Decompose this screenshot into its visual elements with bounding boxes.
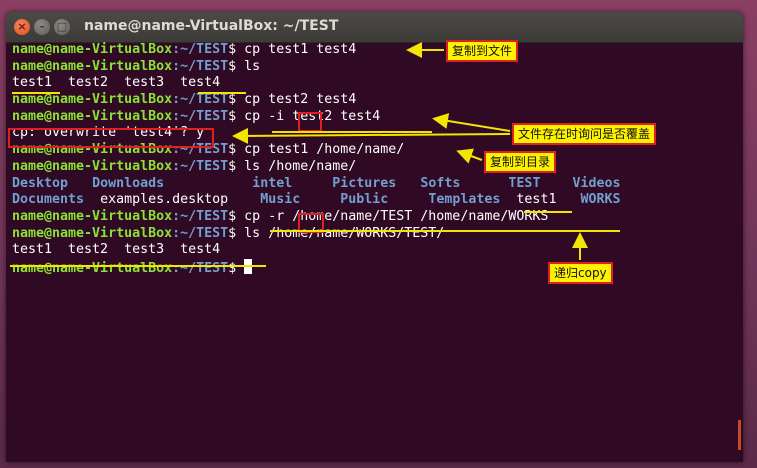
prompt-dollar: $ <box>228 225 245 241</box>
command-text: ls /home/name/ <box>244 158 357 174</box>
underline-test1 <box>12 92 60 94</box>
listing-entry: Pictures <box>332 175 397 191</box>
listing-entry: Videos <box>572 175 621 191</box>
listing-entry: TEST <box>508 175 541 191</box>
prompt-cwd: :~/TEST <box>172 92 229 108</box>
prompt-cwd: :~/TEST <box>172 108 229 124</box>
terminal-window: × – □ name@name-VirtualBox: ~/TEST name@… <box>6 12 743 462</box>
note-recursive-copy: 递归copy <box>548 262 613 284</box>
prompt-user-host: name@name-VirtualBox <box>12 108 173 124</box>
note-copy-to-dir: 复制到目录 <box>484 151 557 173</box>
underline-copied-files <box>10 265 266 267</box>
prompt-user-host: name@name-VirtualBox <box>12 92 173 108</box>
command-text: ls <box>244 58 261 74</box>
prompt-dollar: $ <box>228 158 245 174</box>
prompt-user-host: name@name-VirtualBox <box>12 260 173 276</box>
terminal-line: name@name-VirtualBox:~/TEST$ ls /home/na… <box>12 226 736 243</box>
command-text: cp -r /home/name/TEST /home/name/WORKS <box>244 208 549 224</box>
terminal-output[interactable]: name@name-VirtualBox:~/TEST$ cp test1 te… <box>12 42 736 462</box>
window-title: name@name-VirtualBox: ~/TEST <box>84 18 339 34</box>
close-window-icon[interactable]: × <box>14 19 30 35</box>
prompt-cwd: :~/TEST <box>172 208 229 224</box>
prompt-dollar: $ <box>228 208 245 224</box>
listing-entry: intel <box>252 175 293 191</box>
prompt-user-host: name@name-VirtualBox <box>12 225 173 241</box>
listing-entry: Music <box>260 192 301 208</box>
prompt-dollar: $ <box>228 58 245 74</box>
command-text: ls /home/name/WORKS/TEST/ <box>244 225 445 241</box>
listing-entry: Documents <box>12 192 85 208</box>
underline-home-test1 <box>524 211 572 213</box>
note-copy-to-file: 复制到文件 <box>446 40 519 62</box>
prompt-dollar: $ <box>228 260 245 276</box>
command-text: cp test1 test4 <box>244 42 357 57</box>
listing-entry: Softs <box>420 175 461 191</box>
prompt-user-host: name@name-VirtualBox <box>12 208 173 224</box>
prompt-dollar: $ <box>228 142 245 158</box>
command-text: cp test2 test4 <box>244 92 357 108</box>
prompt-user-host: name@name-VirtualBox <box>12 58 173 74</box>
minimize-window-icon[interactable]: – <box>34 19 50 35</box>
prompt-user-host: name@name-VirtualBox <box>12 158 173 174</box>
scrollbar-thumb[interactable] <box>738 420 741 450</box>
note-ask-overwrite: 文件存在时询问是否覆盖 <box>512 123 657 145</box>
listing-entry: test1 <box>516 192 557 208</box>
terminal-line: Documents examples.desktop Music Public … <box>12 192 736 209</box>
terminal-line: name@name-VirtualBox:~/TEST$ cp test1 te… <box>12 42 736 59</box>
command-text: cp test1 /home/name/ <box>244 142 405 158</box>
underline-test4 <box>198 92 246 94</box>
prompt-cwd: :~/TEST <box>172 42 229 57</box>
title-bar[interactable]: × – □ name@name-VirtualBox: ~/TEST <box>6 12 743 43</box>
output-text: test1 test2 test3 test4 <box>12 75 221 91</box>
terminal-line: name@name-VirtualBox:~/TEST$ <box>12 258 736 276</box>
terminal-line: name@name-VirtualBox:~/TEST$ cp -r /home… <box>12 209 736 226</box>
listing-entry: Desktop <box>12 175 69 191</box>
prompt-cwd: :~/TEST <box>172 158 229 174</box>
underline-cp-r-command <box>270 230 620 232</box>
listing-entry: Templates <box>428 192 501 208</box>
underline-cp-i-command <box>272 131 432 133</box>
maximize-window-icon[interactable]: □ <box>54 19 70 35</box>
terminal-line: name@name-VirtualBox:~/TEST$ cp test2 te… <box>12 92 736 109</box>
output-text: test1 test2 test3 test4 <box>12 242 221 258</box>
prompt-user-host: name@name-VirtualBox <box>12 42 173 57</box>
terminal-line: test1 test2 test3 test4 <box>12 242 736 259</box>
terminal-line: Desktop Downloads intel Pictures Softs T… <box>12 176 736 193</box>
prompt-cwd: :~/TEST <box>172 58 229 74</box>
prompt-dollar: $ <box>228 92 245 108</box>
listing-entry: Downloads <box>92 175 165 191</box>
terminal-line: name@name-VirtualBox:~/TEST$ ls /home/na… <box>12 159 736 176</box>
terminal-line: test1 test2 test3 test4 <box>12 75 736 92</box>
listing-entry: WORKS <box>580 192 621 208</box>
prompt-cwd: :~/TEST <box>172 260 229 276</box>
prompt-dollar: $ <box>228 108 245 124</box>
listing-entry: Public <box>340 192 389 208</box>
highlight-overwrite-prompt <box>8 128 214 148</box>
terminal-line: name@name-VirtualBox:~/TEST$ ls <box>12 59 736 76</box>
prompt-dollar: $ <box>228 42 245 57</box>
highlight-i-flag <box>298 112 322 132</box>
prompt-cwd: :~/TEST <box>172 225 229 241</box>
listing-entry: examples.desktop <box>100 192 229 208</box>
